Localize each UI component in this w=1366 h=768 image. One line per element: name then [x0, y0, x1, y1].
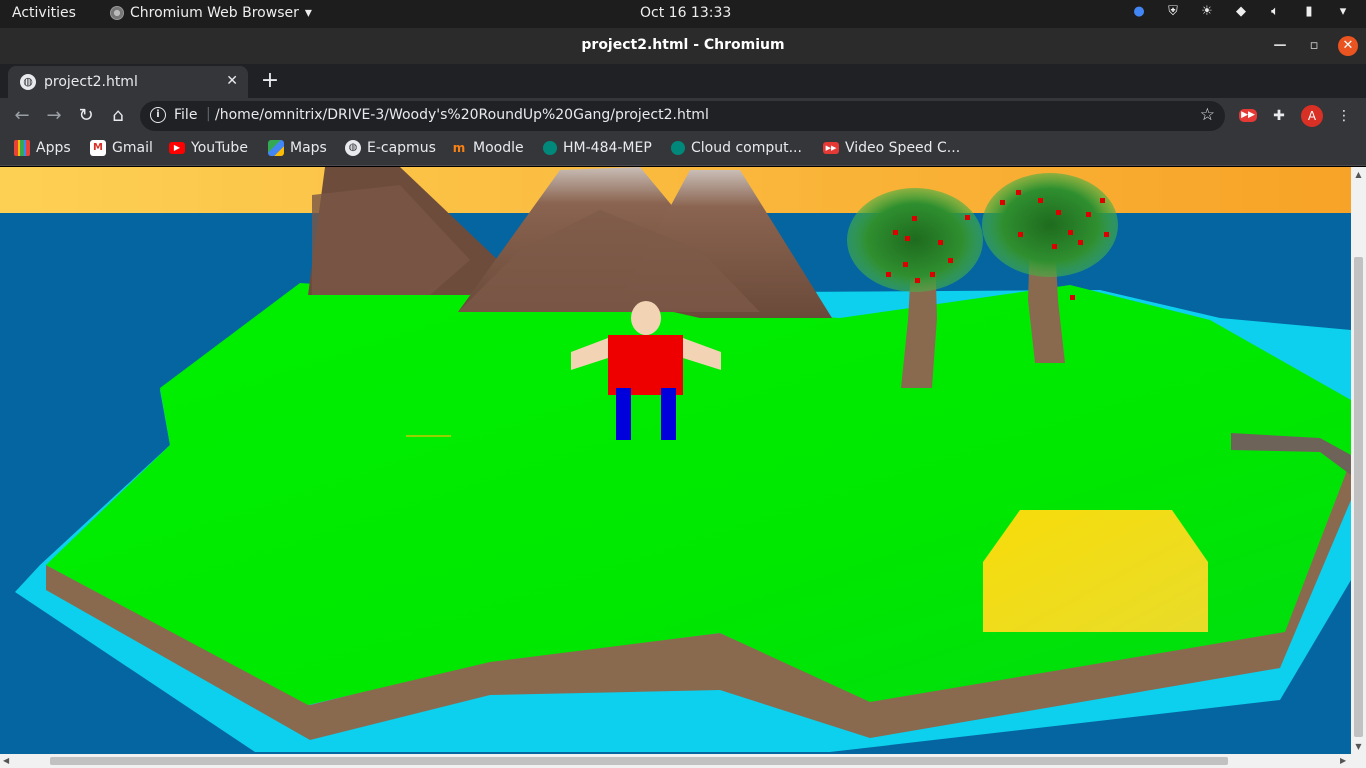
bookmark-video-speed[interactable]: ▶▶ Video Speed C...: [823, 140, 960, 156]
meet-icon: [543, 141, 557, 155]
character-shirt: [608, 335, 683, 395]
character-left-leg: [616, 388, 631, 440]
chrome-remote-icon[interactable]: ●: [1130, 4, 1148, 19]
address-scheme: File: [174, 107, 198, 123]
palm-leaves-2: [982, 173, 1118, 277]
gmail-icon: M: [90, 140, 106, 156]
volume-icon: 🔈︎: [1271, 4, 1279, 19]
address-separator: |: [206, 106, 211, 122]
scroll-right-arrow-icon[interactable]: ▶: [1340, 754, 1346, 768]
chrome-menu-icon[interactable]: ⋮: [1333, 105, 1355, 127]
chromium-icon: [110, 6, 124, 20]
scroll-left-arrow-icon[interactable]: ◀: [3, 754, 9, 768]
island-scene: [0, 167, 1351, 754]
globe-icon: ◍: [20, 74, 36, 90]
bookmark-label: Cloud comput...: [691, 140, 802, 156]
minimize-button[interactable]: —: [1270, 36, 1290, 56]
close-tab-icon[interactable]: ✕: [226, 73, 238, 89]
tab-label: project2.html: [44, 74, 138, 90]
scroll-up-arrow-icon[interactable]: ▲: [1351, 170, 1366, 179]
bookmark-label: Video Speed C...: [845, 140, 961, 156]
video-speed-extension-icon[interactable]: ▶▶: [1239, 109, 1257, 122]
bookmark-e-capmus[interactable]: ◍ E-capmus: [345, 140, 436, 156]
tab-project2[interactable]: ◍ project2.html ✕: [8, 66, 248, 98]
bookmark-youtube[interactable]: ▶ YouTube: [169, 140, 248, 156]
shield-icon[interactable]: ⛨: [1164, 4, 1182, 19]
horizontal-scrollbar[interactable]: ◀ ▶: [0, 754, 1366, 768]
bookmark-label: E-capmus: [367, 140, 436, 156]
meet-icon: [671, 141, 685, 155]
address-url[interactable]: /home/omnitrix/DRIVE-3/Woody's%20RoundUp…: [215, 107, 709, 123]
scroll-down-arrow-icon[interactable]: ▼: [1351, 742, 1366, 751]
system-top-bar: Activities Chromium Web Browser ▾ Oct 16…: [0, 0, 1366, 28]
globe-icon: ◍: [345, 140, 361, 156]
system-tray[interactable]: ● ⛨ ☀ ◆ 🔈︎ ▮ ▾: [1130, 4, 1352, 19]
forward-button[interactable]: →: [42, 104, 66, 128]
bookmark-label: Maps: [290, 140, 327, 156]
bookmark-star-icon[interactable]: ☆: [1200, 105, 1215, 125]
bookmark-hm-484-mep[interactable]: HM-484-MEP: [543, 140, 652, 156]
character-head: [631, 301, 661, 335]
battery-icon: ▮: [1305, 4, 1313, 19]
close-window-button[interactable]: ✕: [1338, 36, 1358, 56]
sand-patch: [983, 510, 1208, 632]
system-menu-caret-icon[interactable]: ▾: [1334, 4, 1352, 19]
browser-toolbar: ← → ↻ ⌂ i File | /home/omnitrix/DRIVE-3/…: [0, 98, 1366, 134]
address-bar[interactable]: i File | /home/omnitrix/DRIVE-3/Woody's%…: [140, 101, 1225, 131]
horizontal-scroll-thumb[interactable]: [50, 757, 1228, 765]
bookmark-moodle[interactable]: m Moodle: [451, 140, 524, 156]
apps-grid-icon: [14, 140, 30, 156]
character-right-leg: [661, 388, 676, 440]
activities-button[interactable]: Activities: [12, 5, 76, 21]
reload-button[interactable]: ↻: [74, 104, 98, 128]
window-title-bar: project2.html - Chromium — ▫ ✕: [0, 28, 1366, 64]
bookmark-cloud-computing[interactable]: Cloud comput...: [671, 140, 802, 156]
bookmark-label: HM-484-MEP: [563, 140, 652, 156]
clock[interactable]: Oct 16 13:33: [640, 5, 731, 21]
bookmark-label: Moodle: [473, 140, 524, 156]
bookmarks-bar: Apps M Gmail ▶ YouTube Maps ◍ E-capmus m…: [0, 134, 1366, 166]
bookmark-label: Apps: [36, 140, 71, 156]
bookmark-apps[interactable]: Apps: [14, 140, 71, 156]
window-title: project2.html - Chromium: [581, 37, 785, 53]
profile-avatar[interactable]: A: [1301, 105, 1323, 127]
bookmark-label: YouTube: [191, 140, 248, 156]
new-tab-button[interactable]: +: [260, 68, 280, 93]
palm-leaves-1: [847, 188, 983, 292]
youtube-icon: ▶: [169, 142, 185, 154]
vertical-scrollbar[interactable]: ▲ ▼: [1351, 167, 1366, 754]
brightness-icon: ☀: [1201, 4, 1213, 19]
app-menu-label: Chromium Web Browser: [130, 5, 299, 21]
vertical-scroll-thumb[interactable]: [1354, 257, 1363, 737]
video-speed-icon: ▶▶: [823, 142, 839, 154]
bookmark-label: Gmail: [112, 140, 153, 156]
tab-strip: ◍ project2.html ✕ +: [0, 64, 1366, 98]
maps-icon: [268, 140, 284, 156]
bookmark-gmail[interactable]: M Gmail: [90, 140, 153, 156]
bookmark-maps[interactable]: Maps: [268, 140, 327, 156]
site-info-icon[interactable]: i: [150, 107, 166, 123]
webgl-canvas[interactable]: [0, 167, 1351, 754]
moodle-icon: m: [452, 141, 466, 155]
caret-down-icon: ▾: [304, 5, 312, 21]
maximize-button[interactable]: ▫: [1304, 36, 1324, 56]
wifi-icon: ◆: [1236, 4, 1246, 19]
extensions-puzzle-icon[interactable]: ✚: [1268, 105, 1290, 127]
back-button[interactable]: ←: [10, 104, 34, 128]
app-menu[interactable]: Chromium Web Browser ▾: [110, 5, 312, 21]
home-button[interactable]: ⌂: [106, 104, 130, 128]
